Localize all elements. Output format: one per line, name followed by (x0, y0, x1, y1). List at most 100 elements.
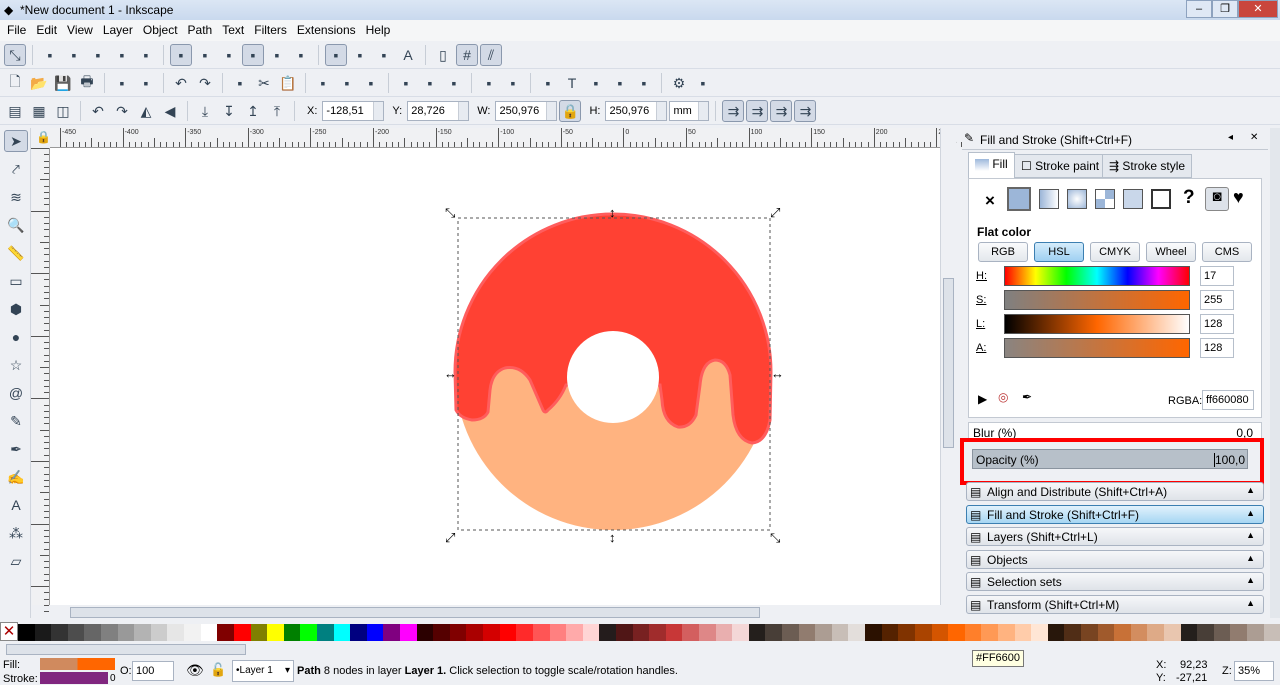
snap-bbox-midpoint-icon[interactable]: ▪ (111, 44, 133, 66)
redo-icon[interactable]: ↷ (194, 72, 216, 94)
collapse-arrow-icon[interactable]: ▲ (1246, 485, 1255, 495)
fill-stroke-icon[interactable]: ▪ (537, 72, 559, 94)
menu-filters[interactable]: Filters (249, 20, 292, 41)
palette-swatch[interactable] (632, 624, 650, 641)
palette-swatch[interactable] (18, 624, 35, 641)
palette-swatch[interactable] (1114, 624, 1131, 641)
duplicate-icon[interactable]: ▪ (395, 72, 417, 94)
unset-paint-button[interactable] (1151, 189, 1171, 209)
palette-swatch[interactable] (516, 624, 533, 641)
palette-swatch[interactable] (34, 624, 52, 641)
pattern-button[interactable] (1095, 189, 1115, 209)
zoom-field[interactable]: 35% (1234, 661, 1274, 681)
layer-select[interactable]: •Layer 1 ▾ (232, 660, 294, 682)
undo-icon[interactable]: ↶ (170, 72, 192, 94)
palette-swatch[interactable] (150, 624, 168, 641)
palette-swatch[interactable] (615, 624, 633, 641)
scale-handle-se[interactable]: ⤡ (770, 530, 781, 545)
palette-swatch[interactable] (964, 624, 982, 641)
palette-swatch[interactable] (184, 624, 201, 641)
palette-swatch[interactable] (582, 624, 600, 641)
rgba-field[interactable]: ff660080 (1202, 390, 1254, 410)
flip-vertical-icon[interactable]: ◀ (159, 100, 181, 122)
snap-page-icon[interactable]: ▯ (432, 44, 454, 66)
save-icon[interactable]: 💾 (52, 72, 74, 94)
palette-swatch[interactable] (67, 624, 85, 641)
transform-patterns-icon[interactable]: ⇉ (794, 100, 817, 122)
scale-handle-nw[interactable]: ⤡ (445, 205, 456, 220)
scale-handle-n[interactable]: ↕ (609, 205, 616, 220)
canvas[interactable]: ⤡ ⤢ ⤢ ⤡ ↕ ↕ ↔ ↔ (50, 148, 940, 605)
raise-top-icon[interactable]: ⤒ (266, 100, 288, 122)
saturation-slider[interactable] (1004, 290, 1190, 310)
lightness-field[interactable]: 128 (1200, 314, 1234, 334)
palette-swatch[interactable] (914, 624, 932, 641)
close-button[interactable]: ✕ (1238, 0, 1278, 18)
palette-swatch[interactable] (1081, 624, 1098, 641)
palette-swatch[interactable] (599, 624, 616, 641)
y-field[interactable]: 28,726 (407, 101, 470, 121)
clone-icon[interactable]: ▪ (419, 72, 441, 94)
palette-swatch[interactable] (200, 624, 218, 641)
rotate-cw-icon[interactable]: ↷ (111, 100, 133, 122)
xml-editor-icon[interactable]: ▪ (609, 72, 631, 94)
minimize-button[interactable]: – (1186, 0, 1212, 18)
x-field[interactable]: -128,51 (322, 101, 385, 121)
color-picker-icon[interactable]: ✒ (1022, 390, 1032, 404)
scale-handle-sw[interactable]: ⤢ (445, 530, 455, 545)
menu-path[interactable]: Path (183, 20, 218, 41)
alpha-field[interactable]: 128 (1200, 338, 1234, 358)
mode-wheel-button[interactable]: Wheel (1146, 242, 1196, 262)
palette-swatch[interactable] (300, 624, 317, 641)
palette-swatch[interactable] (765, 624, 783, 641)
dock-align[interactable]: ▤ Align and Distribute (Shift+Ctrl+A) ▲ (966, 482, 1264, 501)
cut-icon[interactable]: ✂ (253, 72, 275, 94)
scale-handle-s[interactable]: ↕ (609, 530, 616, 545)
palette-swatch[interactable] (84, 624, 102, 641)
palette-swatch[interactable] (865, 624, 882, 641)
palette-swatch[interactable] (682, 624, 699, 641)
zoom-icon[interactable]: 🔍 (4, 214, 28, 236)
snap-smooth-icon[interactable]: ▪ (266, 44, 288, 66)
palette-swatch[interactable] (748, 624, 766, 641)
document-properties-icon[interactable]: ▪ (692, 72, 714, 94)
unknown-paint-button[interactable]: ? (1183, 187, 1195, 209)
node-editor-icon[interactable]: ⤤ (4, 158, 28, 180)
snap-grid-icon[interactable]: # (456, 44, 478, 66)
calligraphy-icon[interactable]: ✍ (4, 466, 28, 488)
vertical-ruler[interactable] (31, 148, 50, 613)
3d-box-icon[interactable]: ⬢ (4, 298, 28, 320)
flip-horizontal-icon[interactable]: ◭ (135, 100, 157, 122)
palette-swatch[interactable] (217, 624, 234, 641)
palette-swatch[interactable] (1230, 624, 1248, 641)
palette-swatch[interactable] (350, 624, 367, 641)
panel-scrollbar[interactable] (1270, 128, 1280, 618)
zoom-selection-icon[interactable]: ▪ (312, 72, 334, 94)
palette-swatch[interactable] (1130, 624, 1148, 641)
scale-handle-e[interactable]: ↔ (771, 366, 784, 381)
palette-swatch[interactable] (167, 624, 185, 641)
align-icon[interactable]: ▪ (633, 72, 655, 94)
palette-swatch[interactable] (333, 624, 351, 641)
menu-view[interactable]: View (62, 20, 98, 41)
palette-swatch[interactable] (433, 624, 450, 641)
palette-swatch[interactable] (400, 624, 417, 641)
opacity-field[interactable]: 100 (132, 661, 174, 681)
palette-swatch[interactable] (798, 624, 816, 641)
snap-rotation-center-icon[interactable]: ▪ (373, 44, 395, 66)
dock-transform[interactable]: ▤ Transform (Shift+Ctrl+M) ▲ (966, 594, 1264, 614)
snap-others-icon[interactable]: ▪ (325, 44, 347, 66)
vertical-scroll-thumb[interactable] (943, 278, 954, 448)
color-managed-icon[interactable]: ▶ (978, 392, 987, 406)
snap-center-icon[interactable]: ▪ (349, 44, 371, 66)
palette-swatch[interactable] (466, 624, 484, 641)
palette-swatch[interactable] (101, 624, 118, 641)
palette-swatch[interactable] (997, 624, 1015, 641)
tab-fill[interactable]: Fill (968, 152, 1015, 178)
new-icon[interactable]: 🗋 (4, 72, 26, 94)
palette-swatch[interactable] (316, 624, 334, 641)
fill-indicator[interactable] (40, 658, 115, 670)
zoom-drawing-icon[interactable]: ▪ (336, 72, 358, 94)
h-field[interactable]: 250,976 (605, 101, 668, 121)
menu-extensions[interactable]: Extensions (292, 20, 361, 41)
